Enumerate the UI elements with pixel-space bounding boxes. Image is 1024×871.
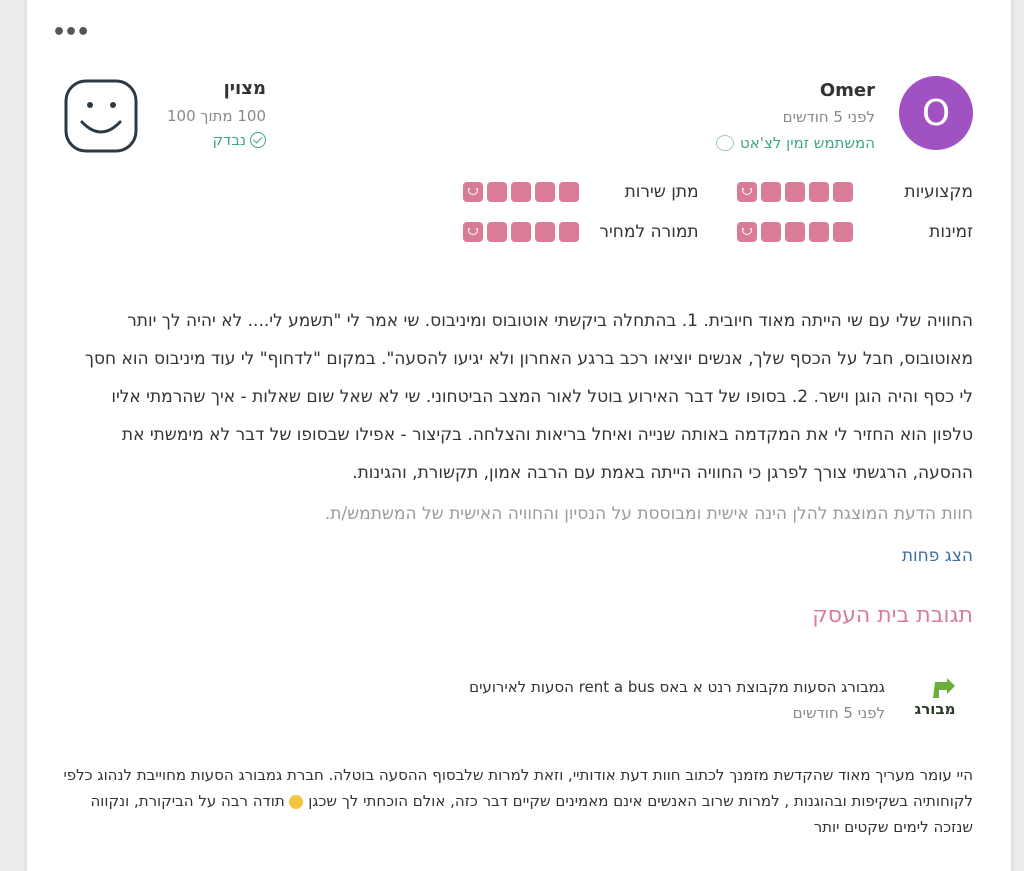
rating-value-for-money: תמורה למחיר (433, 222, 699, 242)
rating-box (486, 182, 507, 202)
rating-box (534, 182, 555, 202)
review-disclaimer: חוות הדעת המוצגת להלן הינה אישית ומבוססת… (324, 504, 973, 524)
rating-label: תמורה למחיר (599, 222, 699, 242)
chat-badge-label: המשתמש זמין לצ'אט (740, 134, 875, 152)
rating-smiley-icon (462, 222, 483, 242)
check-circle-icon (250, 132, 267, 148)
rating-box (486, 222, 507, 242)
rating-availability: זמינות (699, 222, 973, 242)
rating-box (534, 222, 555, 242)
rating-box (558, 182, 579, 202)
rating-box (785, 182, 805, 202)
rating-label: מקצועיות (904, 182, 973, 202)
rating-box (833, 222, 853, 242)
rating-label: מתן שירות (624, 182, 699, 202)
score-block: מצוין 100 מתוך 100 נבדק (63, 78, 267, 154)
rating-box (761, 182, 781, 202)
business-reply-time: לפני 5 חודשים (792, 704, 885, 722)
review-text: החוויה שלי עם שי הייתה מאוד חיובית. 1. ב… (84, 311, 973, 483)
rating-smiley-icon (462, 182, 483, 202)
chat-bubble-icon (716, 135, 735, 151)
smiley-face-icon (64, 79, 138, 153)
rating-box (761, 222, 781, 242)
business-reply-text: היי עומר מעריך מאוד שהקדשת מזמנך לכתוב ח… (53, 762, 973, 840)
avatar-letter: O (921, 92, 951, 134)
avatar: O (899, 76, 973, 150)
rating-box (809, 182, 829, 202)
review-card: ••• O Omer לפני 5 חודשים המשתמש זמין לצ'… (26, 0, 1012, 871)
rating-professionalism: מקצועיות (699, 182, 973, 202)
user-name[interactable]: Omer (820, 80, 875, 101)
rating-service: מתן שירות (433, 182, 699, 202)
rating-label: זמינות (929, 222, 973, 242)
show-less-link[interactable]: הצג פחות (902, 546, 973, 566)
rating-box (558, 222, 579, 242)
chat-availability-badge[interactable]: המשתמש זמין לצ'אט (716, 134, 875, 152)
score-value: 100 מתוך 100 (167, 107, 267, 125)
score-label: מצוין (223, 78, 267, 99)
rating-box (809, 222, 829, 242)
business-response-title: תגובת בית העסק (812, 603, 973, 628)
review-time: לפני 5 חודשים (782, 108, 875, 126)
more-dots-icon[interactable]: ••• (52, 22, 90, 44)
verified-label: נבדק (212, 131, 247, 149)
rating-smiley-icon (737, 182, 757, 202)
rating-boxes (462, 182, 579, 202)
business-name[interactable]: גמבורג הסעות מקבוצת רנט א באס rent a bus… (469, 678, 885, 696)
rating-box (785, 222, 805, 242)
rating-boxes (737, 222, 853, 242)
smiling-emoji-icon (289, 794, 304, 809)
rating-smiley-icon (737, 222, 757, 242)
rating-box (510, 222, 531, 242)
business-logo: מבורג (915, 678, 956, 718)
rating-boxes (462, 222, 579, 242)
rating-box (510, 182, 531, 202)
rating-boxes (737, 182, 853, 202)
verified-badge: נבדק (167, 131, 267, 149)
business-logo-text: מבורג (915, 700, 956, 718)
rating-box (833, 182, 853, 202)
ratings-grid: מקצועיות מתן שירות זמינות תמורה למחיר (433, 172, 973, 252)
